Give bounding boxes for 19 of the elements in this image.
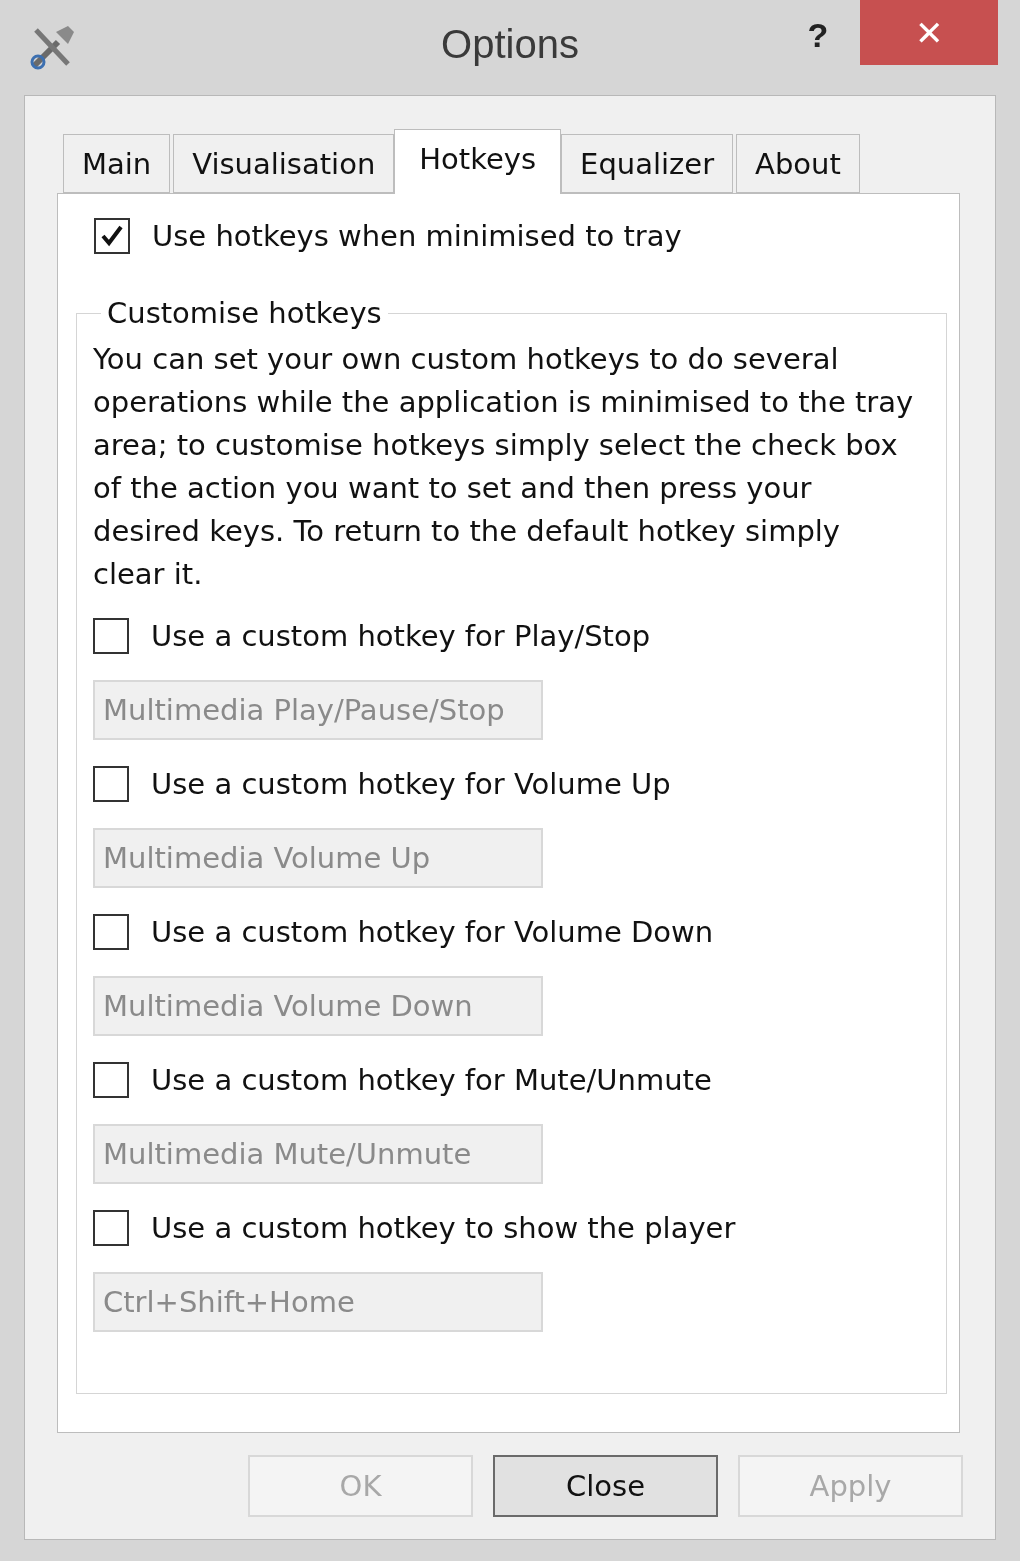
help-button[interactable]: ? (796, 10, 840, 60)
checkbox-label: Use hotkeys when minimised to tray (152, 219, 682, 253)
tab[interactable]: About (736, 134, 860, 193)
checkmark-icon (99, 223, 125, 249)
checkbox-label: Use a custom hotkey for Volume Down (151, 915, 714, 949)
window-title: Options (440, 22, 580, 67)
checkbox-label: Use a custom hotkey for Volume Up (151, 767, 671, 801)
close-button[interactable]: ✕ (860, 0, 998, 65)
description-text: You can set your own custom hotkeys to do several operations while the application is minimised to the tray area; to customise hotkeys simply select the check box of the action you want to set and then press your desired keys. To return to the default hotkey simply clear it. (93, 341, 915, 593)
checkbox-label: Use a custom hotkey to show the player (151, 1211, 736, 1245)
tab[interactable]: Hotkeys (394, 129, 562, 194)
group-title: Customise hotkeys (106, 296, 383, 330)
checkbox[interactable] (94, 218, 130, 254)
dialog-button[interactable]: Close (493, 1455, 718, 1517)
checkbox-label: Use a custom hotkey for Mute/Unmute (151, 1063, 712, 1097)
tab[interactable]: Main (63, 134, 171, 193)
tab[interactable]: Visualisation (173, 134, 395, 193)
checkbox-label: Use a custom hotkey for Play/Stop (151, 619, 651, 653)
tab[interactable]: Equalizer (561, 134, 734, 193)
